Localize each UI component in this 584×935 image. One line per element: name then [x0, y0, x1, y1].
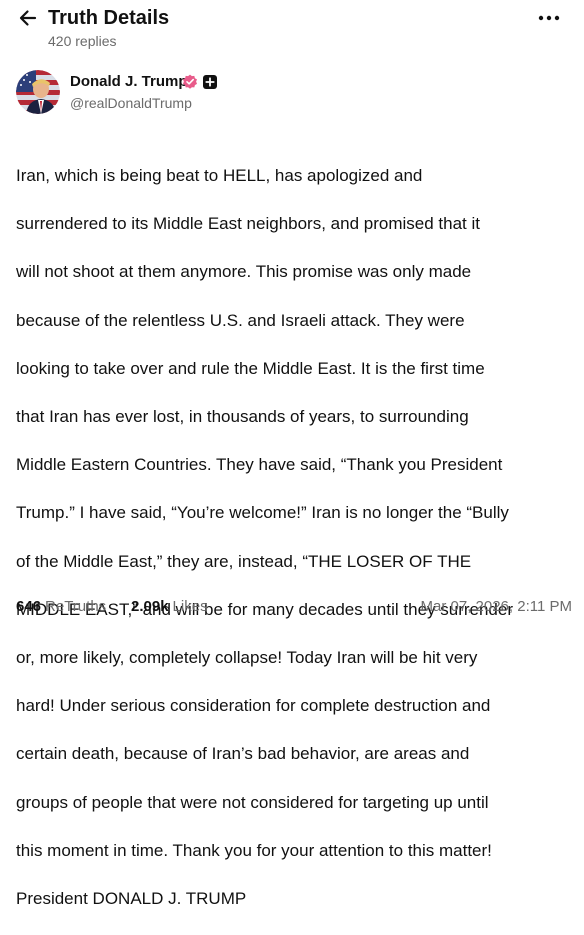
post-line: this moment in time. Thank you for your … [16, 840, 492, 860]
post-line: of the Middle East,” they are, instead, … [16, 551, 472, 571]
post-line: President DONALD J. TRUMP [16, 888, 247, 908]
post-author: Donald J. Trump @realDonaldTrump [16, 68, 576, 116]
post-text: Iran, which is being beat to HELL, has a… [16, 140, 578, 935]
post-line: looking to take over and rule the Middle… [16, 358, 485, 378]
post-line: Trump.” I have said, “You’re welcome!” I… [16, 503, 509, 523]
post-line: certain death, because of Iran’s bad beh… [16, 744, 470, 764]
post-timestamp: Mar 07, 2026, 2:11 PM [420, 598, 572, 615]
likes-stat[interactable]: 2.09k Likes [131, 596, 208, 618]
page-title: Truth Details [48, 7, 170, 29]
arrow-left-icon [19, 10, 37, 26]
back-button[interactable] [16, 6, 40, 30]
plus-square-icon [203, 75, 217, 89]
avatar-image [16, 70, 60, 114]
retruths-label: ReTruths [45, 598, 107, 615]
post-line: or, more likely, completely collapse! To… [16, 647, 478, 667]
post-line: Iran, which is being beat to HELL, has a… [16, 166, 423, 186]
post-line: because of the relentless U.S. and Israe… [16, 310, 465, 330]
avatar[interactable] [16, 70, 60, 114]
post-line: that Iran has ever lost, in thousands of… [16, 407, 469, 427]
likes-count: 2.09k [131, 598, 169, 615]
post-line: Middle Eastern Countries. They have said… [16, 455, 503, 475]
author-name[interactable]: Donald J. Trump [70, 72, 188, 92]
author-handle[interactable]: @realDonaldTrump [70, 94, 192, 112]
more-options-button[interactable] [534, 8, 564, 28]
post-line: groups of people that were not considere… [16, 792, 489, 812]
post-stats: 646 ReTruths 2.09k Likes Mar 07, 2026, 2:1… [16, 596, 576, 618]
retruths-count: 646 [16, 598, 42, 615]
likes-label: Likes [172, 598, 208, 615]
post-line: will not shoot at them anymore. This pro… [16, 262, 472, 282]
post-line: surrendered to its Middle East neighbors… [16, 214, 480, 234]
more-horizontal-icon [538, 15, 560, 21]
page-header: Truth Details 420 replies [0, 0, 584, 60]
post-line: hard! Under serious consideration for co… [16, 696, 491, 716]
verified-badge-icon [183, 74, 197, 89]
retruths-stat[interactable]: 646 ReTruths [16, 596, 106, 618]
reply-count: 420 replies [48, 33, 117, 49]
